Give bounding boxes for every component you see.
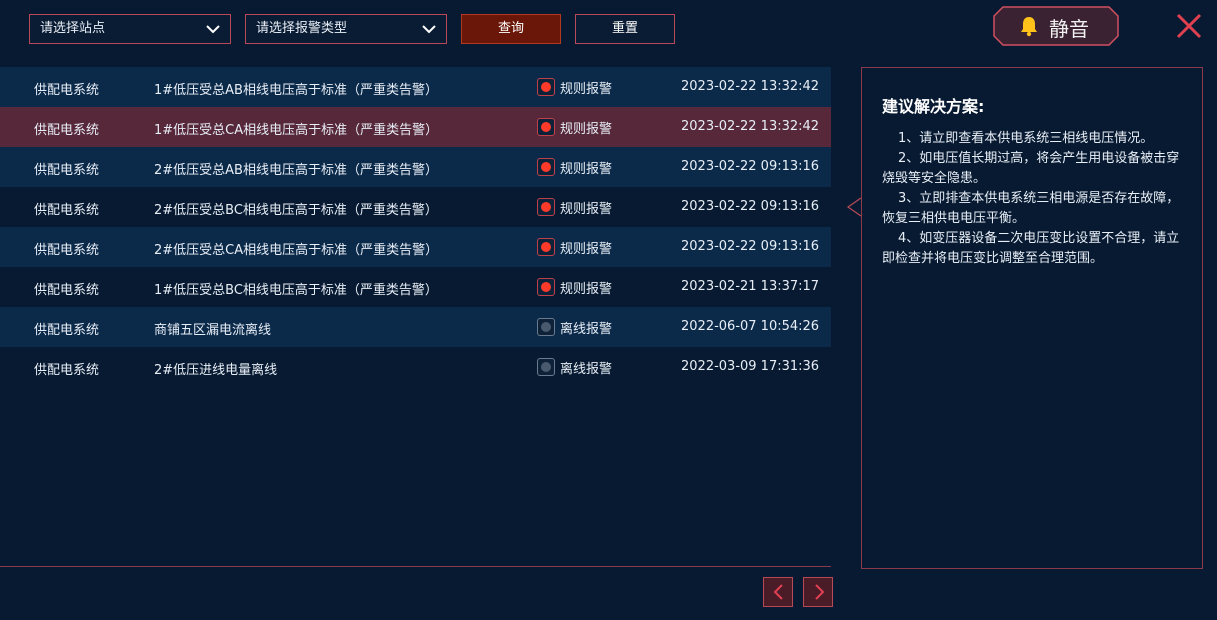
table-row[interactable]: 供配电系统 2#低压受总CA相线电压高于标准（严重类告警） 规则报警 2023-02-…	[0, 227, 831, 267]
solution-title: 建议解决方案:	[882, 97, 985, 116]
next-page-button[interactable]	[803, 577, 833, 607]
site-select-placeholder: 请选择站点	[40, 21, 106, 36]
alarm-status-indicator	[537, 158, 555, 176]
status-dot-icon	[541, 362, 551, 372]
solution-item: 4、如变压器设备二次电压变比设置不合理，请立即检查并将电压变比调整至合理范围。	[882, 231, 1180, 266]
alarm-type: 离线报警	[560, 362, 613, 377]
alarm-status-indicator	[537, 278, 555, 296]
status-dot-icon	[541, 242, 551, 252]
alarm-system: 供配电系统	[34, 323, 100, 338]
table-row[interactable]: 供配电系统 商铺五区漏电流离线 离线报警 2022-06-07 10:54:26	[0, 307, 831, 347]
alarm-time: 2023-02-22 13:32:42	[681, 79, 820, 94]
solution-item: 2、如电压值长期过高，将会产生用电设备被击穿烧毁等安全隐患。	[882, 151, 1180, 186]
status-dot-icon	[541, 322, 551, 332]
chevron-down-icon	[422, 25, 436, 34]
bell-icon	[1021, 17, 1037, 37]
alarm-time: 2023-02-22 09:13:16	[681, 239, 820, 254]
alarm-status-indicator	[537, 78, 555, 96]
status-dot-icon	[541, 82, 551, 92]
prev-page-button[interactable]	[763, 577, 793, 607]
alarm-system: 供配电系统	[34, 243, 100, 258]
status-dot-icon	[541, 162, 551, 172]
alarm-system: 供配电系统	[34, 83, 100, 98]
table-divider	[0, 566, 831, 567]
solution-item: 3、立即排查本供电系统三相电源是否存在故障，恢复三相供电电压平衡。	[882, 191, 1180, 226]
alarm-time: 2023-02-22 09:13:16	[681, 159, 820, 174]
alarm-type: 离线报警	[560, 322, 613, 337]
alarm-time: 2023-02-22 13:32:42	[681, 119, 820, 134]
alarm-description: 2#低压受总BC相线电压高于标准（严重类告警）	[154, 203, 438, 218]
alarm-status-indicator	[537, 198, 555, 216]
mute-label: 静音	[1049, 17, 1089, 41]
alarm-description: 1#低压受总BC相线电压高于标准（严重类告警）	[154, 283, 438, 298]
status-dot-icon	[541, 122, 551, 132]
chevron-left-icon	[773, 584, 783, 600]
alarm-type: 规则报警	[560, 202, 613, 217]
alarm-system: 供配电系统	[34, 203, 100, 218]
status-dot-icon	[541, 202, 551, 212]
table-row[interactable]: 供配电系统 2#低压进线电量离线 离线报警 2022-03-09 17:31:36	[0, 347, 831, 387]
table-row[interactable]: 供配电系统 1#低压受总AB相线电压高于标准（严重类告警） 规则报警 2023-02-…	[0, 67, 831, 107]
solution-panel: 建议解决方案: 1、请立即查看本供电系统三相线电压情况。 2、如电压值长期过高，…	[861, 67, 1203, 569]
alarm-system: 供配电系统	[34, 283, 100, 298]
close-icon[interactable]	[1175, 12, 1203, 40]
table-row[interactable]: 供配电系统 1#低压受总CA相线电压高于标准（严重类告警） 规则报警 2023-02-…	[0, 107, 831, 147]
alarm-type-select[interactable]: 请选择报警类型	[245, 14, 447, 44]
mute-button[interactable]: 静音	[993, 6, 1119, 46]
alarm-system: 供配电系统	[34, 363, 100, 378]
alarm-time: 2023-02-21 13:37:17	[681, 279, 820, 294]
alarm-type: 规则报警	[560, 82, 613, 97]
alarm-status-indicator	[537, 358, 555, 376]
alarm-description: 1#低压受总CA相线电压高于标准（严重类告警）	[154, 123, 439, 138]
alarm-time: 2023-02-22 09:13:16	[681, 199, 820, 214]
alarm-status-indicator	[537, 118, 555, 136]
alarm-type: 规则报警	[560, 122, 613, 137]
alarm-status-indicator	[537, 318, 555, 336]
alarm-type: 规则报警	[560, 282, 613, 297]
alarm-description: 2#低压进线电量离线	[154, 363, 278, 378]
query-button[interactable]: 查询	[461, 14, 561, 44]
alarm-type-select-placeholder: 请选择报警类型	[256, 21, 348, 36]
alarm-description: 2#低压受总CA相线电压高于标准（严重类告警）	[154, 243, 439, 258]
solution-item: 1、请立即查看本供电系统三相线电压情况。	[898, 131, 1154, 146]
panel-pointer-icon	[846, 197, 862, 217]
alarm-system: 供配电系统	[34, 163, 100, 178]
table-row[interactable]: 供配电系统 2#低压受总BC相线电压高于标准（严重类告警） 规则报警 2023-02-…	[0, 187, 831, 227]
alarm-status-indicator	[537, 238, 555, 256]
alarm-description: 1#低压受总AB相线电压高于标准（严重类告警）	[154, 83, 438, 98]
chevron-right-icon	[815, 584, 825, 600]
alarm-table: 供配电系统 1#低压受总AB相线电压高于标准（严重类告警） 规则报警 2023-02-…	[0, 67, 831, 387]
solution-list: 1、请立即查看本供电系统三相线电压情况。 2、如电压值长期过高，将会产生用电设备…	[882, 129, 1187, 269]
alarm-system: 供配电系统	[34, 123, 100, 138]
alarm-type: 规则报警	[560, 242, 613, 257]
reset-button[interactable]: 重置	[575, 14, 675, 44]
site-select[interactable]: 请选择站点	[29, 14, 231, 44]
alarm-description: 商铺五区漏电流离线	[154, 323, 272, 338]
alarm-time: 2022-03-09 17:31:36	[681, 359, 820, 374]
status-dot-icon	[541, 282, 551, 292]
chevron-down-icon	[206, 25, 220, 34]
table-row[interactable]: 供配电系统 1#低压受总BC相线电压高于标准（严重类告警） 规则报警 2023-02-…	[0, 267, 831, 307]
alarm-description: 2#低压受总AB相线电压高于标准（严重类告警）	[154, 163, 438, 178]
alarm-time: 2022-06-07 10:54:26	[681, 319, 820, 334]
table-row[interactable]: 供配电系统 2#低压受总AB相线电压高于标准（严重类告警） 规则报警 2023-02-…	[0, 147, 831, 187]
alarm-type: 规则报警	[560, 162, 613, 177]
